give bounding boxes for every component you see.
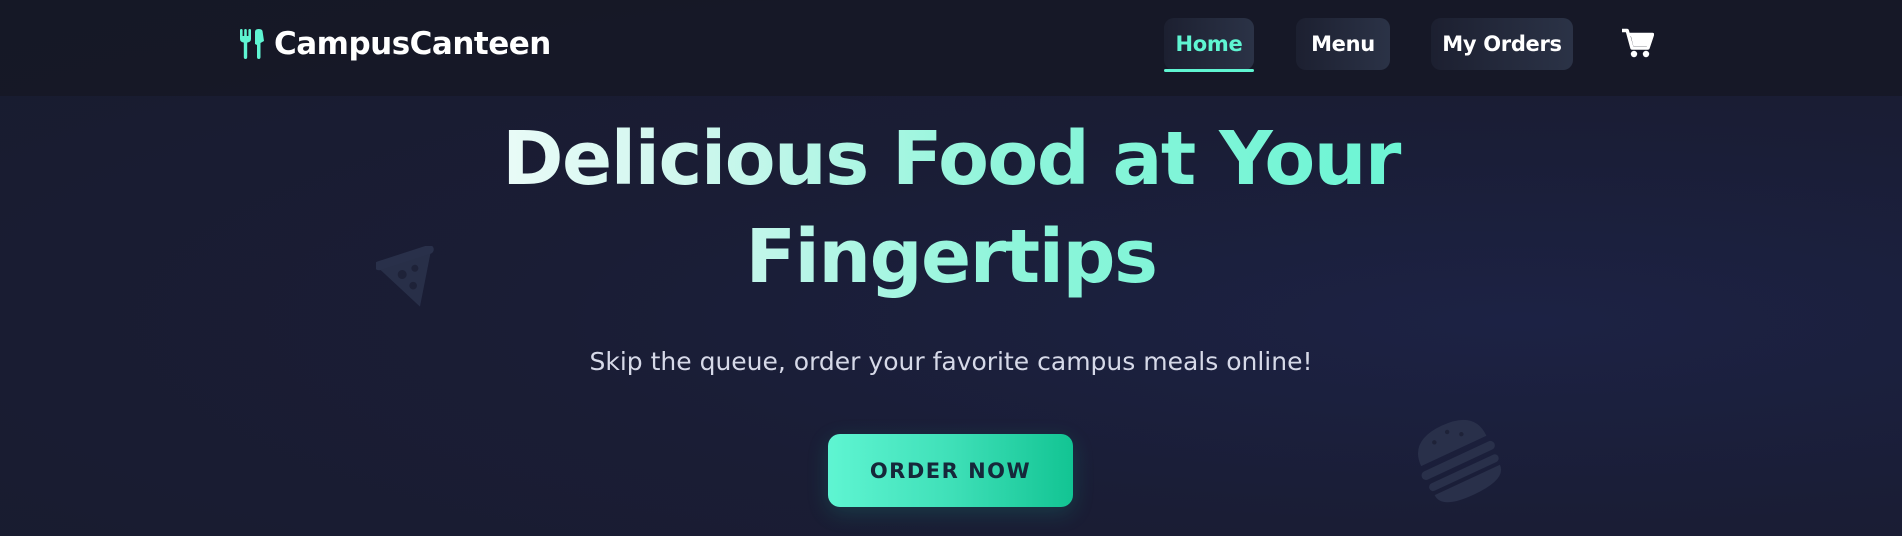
nav-menu[interactable]: Menu bbox=[1296, 18, 1390, 70]
utensils-icon bbox=[240, 29, 264, 59]
nav-home-label: Home bbox=[1175, 32, 1243, 56]
navbar: CampusCanteen Home Menu My Orders bbox=[0, 0, 1902, 96]
brand-logo[interactable]: CampusCanteen bbox=[240, 22, 551, 66]
brand-name: CampusCanteen bbox=[274, 26, 551, 62]
order-now-button[interactable]: ORDER NOW bbox=[828, 434, 1073, 507]
nav-menu-label: Menu bbox=[1311, 32, 1375, 56]
nav-my-orders[interactable]: My Orders bbox=[1431, 18, 1573, 70]
hero-subtitle: Skip the queue, order your favorite camp… bbox=[589, 347, 1313, 376]
nav-home[interactable]: Home bbox=[1164, 18, 1254, 72]
burger-icon bbox=[1410, 414, 1506, 510]
hero-title: Delicious Food at Your Fingertips bbox=[351, 110, 1551, 306]
nav-my-orders-label: My Orders bbox=[1442, 32, 1562, 56]
cart-icon[interactable] bbox=[1622, 28, 1654, 58]
